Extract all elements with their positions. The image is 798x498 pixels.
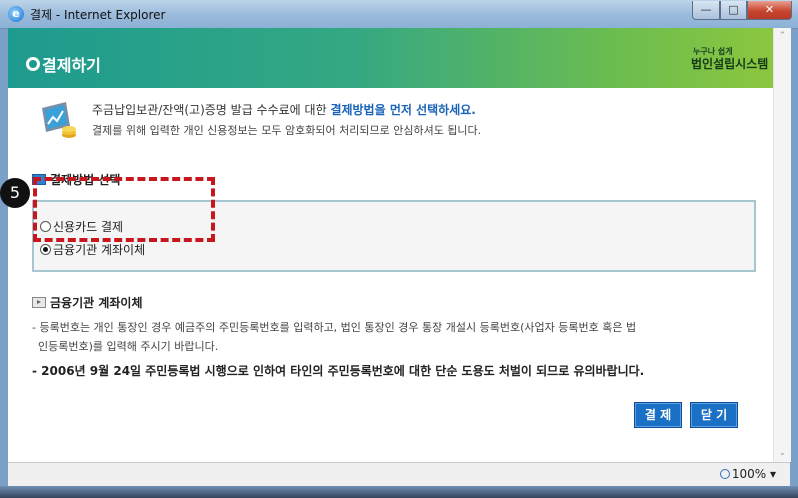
bank-transfer-heading-text: 금융기관 계좌이체 — [50, 296, 143, 310]
radio-checked-icon[interactable] — [40, 244, 51, 255]
section-arrow-icon — [32, 297, 46, 308]
monitor-icon — [42, 102, 76, 138]
bank-transfer-heading: 금융기관 계좌이체 — [32, 294, 143, 311]
logo: 누구나 쉽게 법인설립시스템 — [691, 46, 768, 74]
vertical-scrollbar[interactable]: ⌃ ⌄ — [773, 28, 791, 462]
window-title: 결제 - Internet Explorer — [30, 8, 166, 22]
step-number-badge: 5 — [0, 178, 30, 208]
annotation-highlight-box — [33, 177, 215, 242]
bullet-icon — [26, 57, 40, 71]
browser-window: e 결제 - Internet Explorer — □ ✕ 결제하기 누구나 … — [0, 0, 798, 498]
zoom-level: 100% — [731, 467, 767, 481]
close-button[interactable]: 닫 기 — [690, 402, 738, 428]
zoom-icon — [719, 469, 730, 479]
close-window-button[interactable]: ✕ — [747, 1, 792, 20]
window-controls: — □ ✕ — [692, 1, 792, 21]
legal-notice: - 2006년 9월 24일 주민등록법 시행으로 인하여 타인의 주민등록번호… — [32, 364, 645, 378]
minimize-icon: — — [700, 3, 712, 16]
transfer-description-line1: - 등록번호는 개인 통장인 경우 예금주의 주민등록번호를 입력하고, 법인 … — [32, 321, 637, 334]
info-text: 주금납입보관/잔액(고)증명 발급 수수료에 대한 — [92, 103, 331, 117]
radio-bank-transfer-label: 금융기관 계좌이체 — [53, 243, 146, 257]
info-panel: 주금납입보관/잔액(고)증명 발급 수수료에 대한 결제방법을 먼저 선택하세요… — [32, 88, 758, 152]
title-bar: e 결제 - Internet Explorer — □ ✕ — [0, 0, 798, 29]
logo-text: 법인설립시스템 — [691, 57, 769, 71]
minimize-button[interactable]: — — [692, 1, 720, 20]
info-security-note: 결제를 위해 입력한 개인 신용정보는 모두 암호화되어 처리되므로 안심하셔도… — [92, 124, 482, 137]
scroll-down-icon[interactable]: ⌄ — [774, 445, 791, 462]
taskbar-strip — [0, 486, 798, 498]
scroll-up-icon[interactable]: ⌃ — [774, 28, 791, 45]
page-header: 결제하기 누구나 쉽게 법인설립시스템 — [8, 28, 773, 88]
page-content: 결제하기 누구나 쉽게 법인설립시스템 주금납입보관/잔액(고)증명 발급 수수… — [8, 28, 773, 462]
status-bar: 100% ▾ — [8, 462, 790, 487]
close-icon: ✕ — [764, 3, 775, 16]
maximize-button[interactable]: □ — [720, 1, 747, 20]
transfer-description-line2: 인등록번호)를 입력해 주시기 바랍니다. — [38, 340, 219, 353]
maximize-icon: □ — [728, 3, 739, 16]
pay-button[interactable]: 결 제 — [634, 402, 682, 428]
info-highlight: 결제방법을 먼저 선택하세요. — [330, 103, 476, 117]
zoom-control[interactable]: 100% ▾ — [719, 467, 776, 481]
info-instruction: 주금납입보관/잔액(고)증명 발급 수수료에 대한 결제방법을 먼저 선택하세요… — [92, 101, 476, 118]
ie-icon: e — [8, 6, 24, 22]
page-frame: 결제하기 누구나 쉽게 법인설립시스템 주금납입보관/잔액(고)증명 발급 수수… — [8, 28, 791, 462]
page-title: 결제하기 — [42, 56, 101, 75]
radio-bank-transfer[interactable]: 금융기관 계좌이체 — [40, 241, 145, 258]
